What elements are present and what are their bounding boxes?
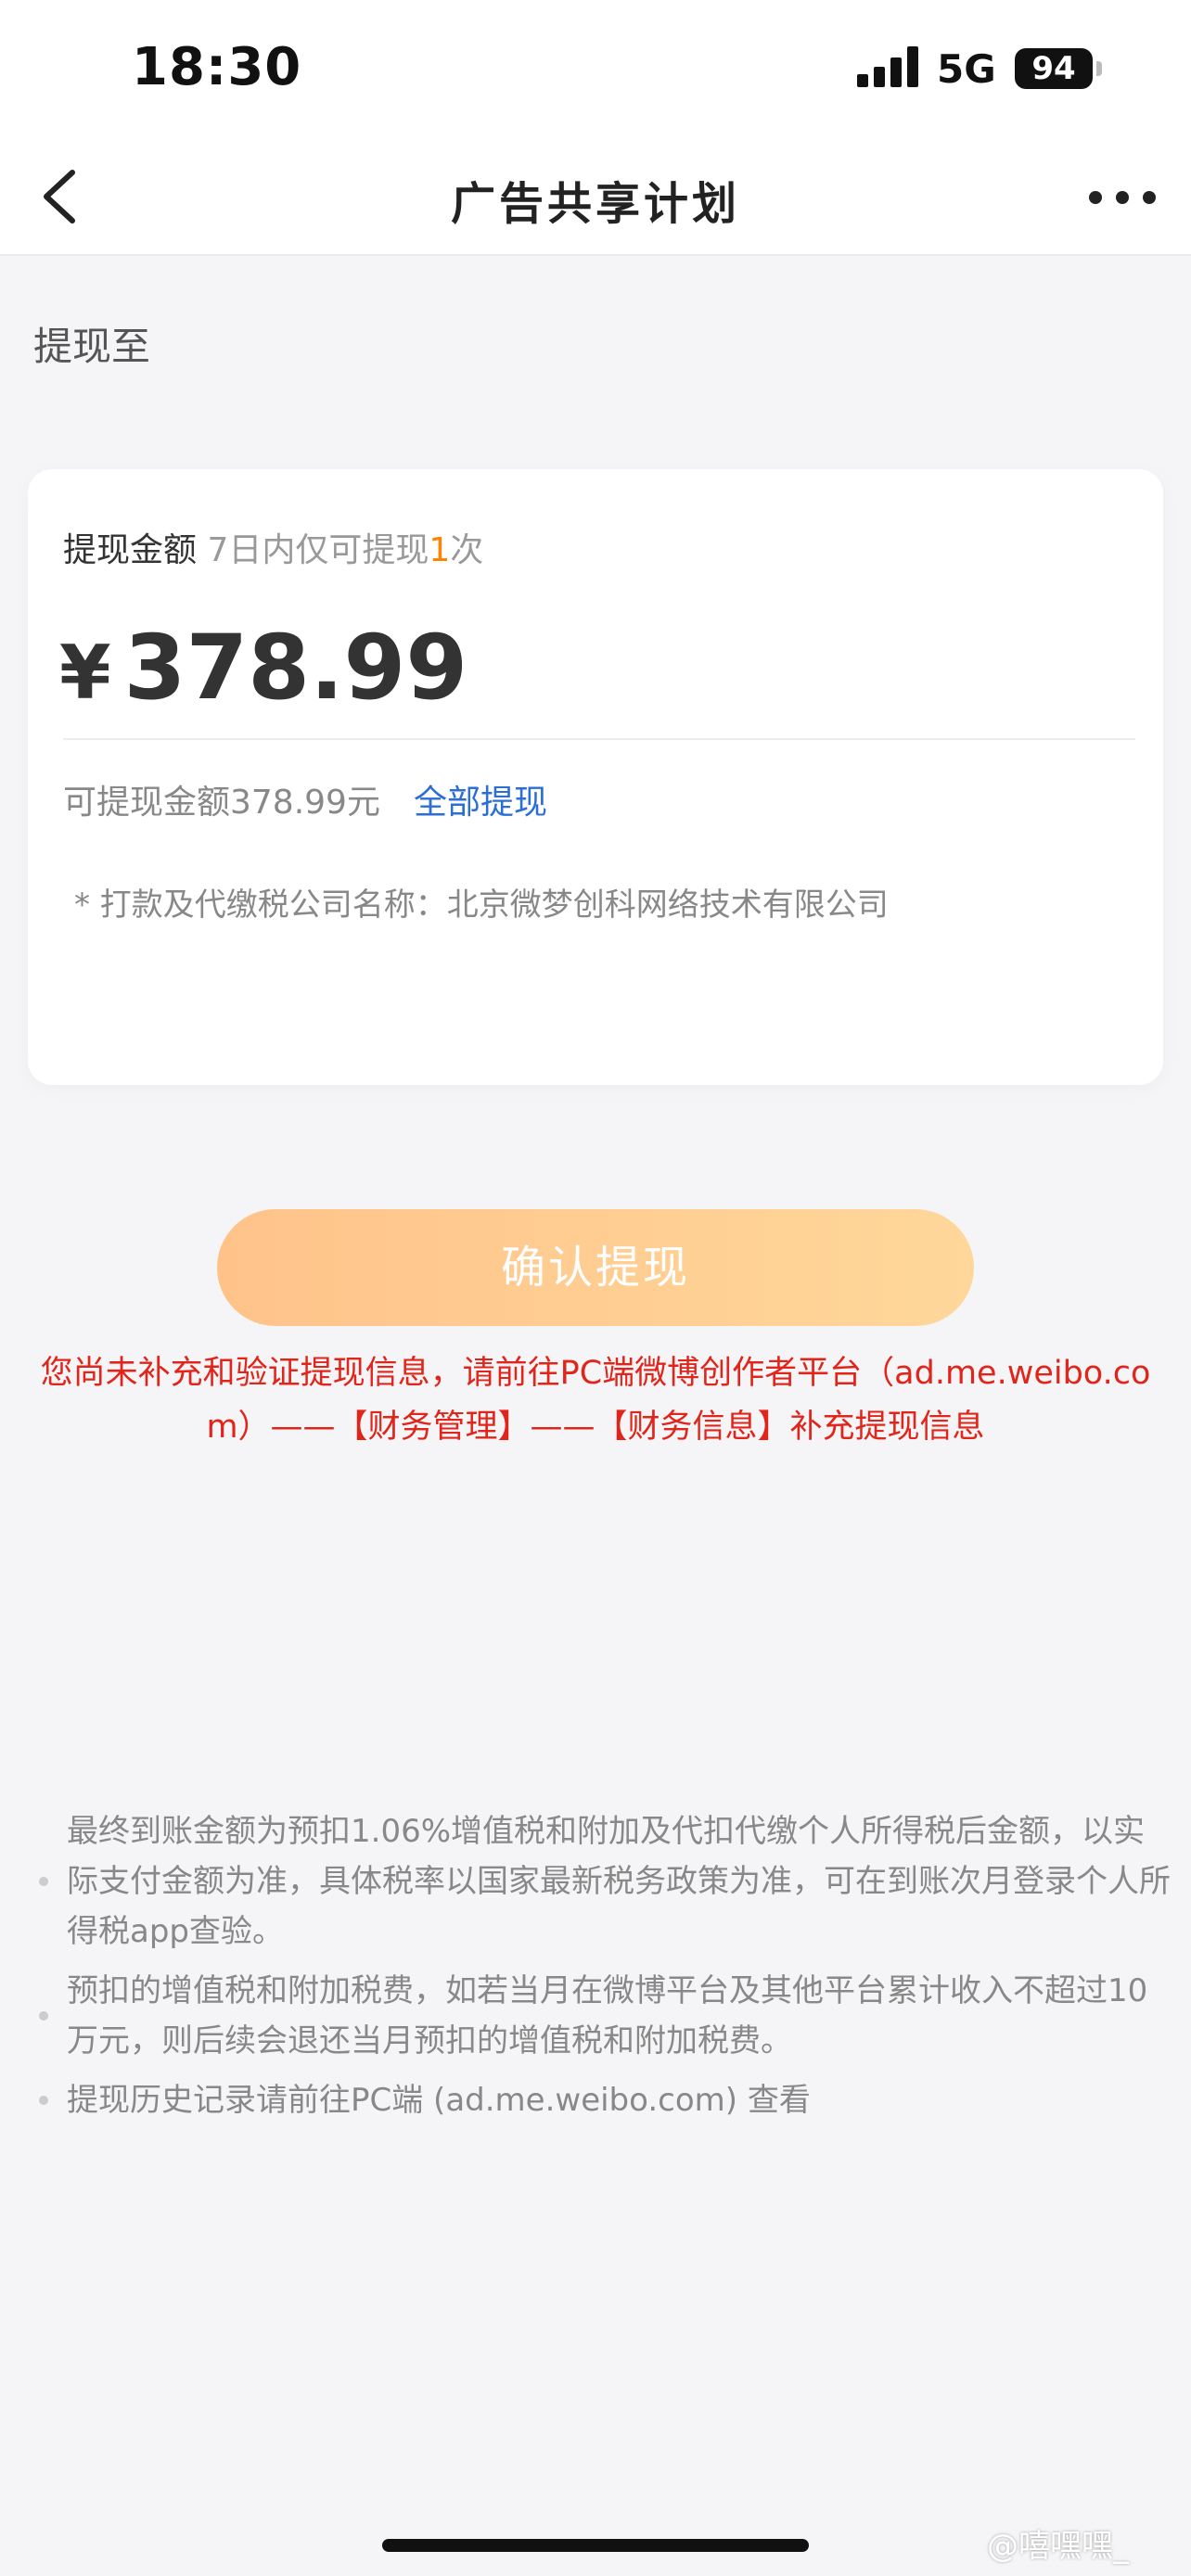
amount-input[interactable]: ¥378.99 — [59, 616, 468, 720]
amount-label: 提现金额 — [63, 531, 198, 569]
list-item: 预扣的增值税和附加税费，如若当月在微博平台及其他平台累计收入不超过10万元，则后… — [37, 1966, 1172, 2066]
amount-label-row: 提现金额 7日内仅可提现1次 — [63, 523, 483, 571]
signal-icon — [857, 46, 918, 87]
more-dots-icon[interactable] — [1085, 184, 1159, 211]
status-time: 18:30 — [132, 37, 302, 97]
note-text: 预扣的增值税和附加税费，如若当月在微博平台及其他平台累计收入不超过10万元，则后… — [67, 1972, 1148, 2060]
currency-symbol: ¥ — [59, 630, 111, 716]
watermark: @嘻嘿嘿_ — [987, 2528, 1129, 2565]
bullet-icon — [39, 2011, 48, 2021]
withdraw-card: 提现金额 7日内仅可提现1次 ¥378.99 可提现金额378.99元 全部提现… — [28, 469, 1163, 1085]
bullet-icon — [39, 2096, 48, 2105]
battery-tip — [1096, 61, 1102, 76]
network-label: 5G — [937, 46, 996, 92]
limit-count: 1 — [429, 531, 451, 569]
nav-bar: 广告共享计划 — [0, 139, 1191, 254]
battery-icon: 94 — [1015, 48, 1093, 89]
limit-prefix: 7日内仅可提现 — [207, 531, 429, 569]
list-item: 最终到账金额为预扣1.06%增值税和附加及代扣代缴个人所得税后金额，以实际支付金… — [37, 1806, 1172, 1957]
confirm-withdraw-button[interactable]: 确认提现 — [217, 1209, 974, 1326]
limit-suffix: 次 — [450, 531, 484, 569]
page-title: 广告共享计划 — [450, 178, 740, 230]
divider — [63, 738, 1135, 740]
withdraw-to-label: 提现至 — [33, 324, 151, 369]
note-text: 最终到账金额为预扣1.06%增值税和附加及代扣代缴个人所得税后金额，以实际支付金… — [67, 1813, 1171, 1950]
withdraw-all-link[interactable]: 全部提现 — [414, 775, 547, 823]
warning-message: 您尚未补充和验证提现信息，请前往PC端微博创作者平台（ad.me.weibo.c… — [40, 1355, 1151, 1446]
header: 18:30 5G 94 广告共享计划 — [0, 0, 1191, 256]
company-note: * 打款及代缴税公司名称：北京微梦创科网络技术有限公司 — [74, 886, 889, 924]
status-bar: 18:30 5G 94 — [0, 0, 1191, 139]
available-amount: 可提现金额378.99元 — [63, 784, 380, 822]
note-text: 提现历史记录请前往PC端 (ad.me.weibo.com) 查看 — [67, 2082, 811, 2119]
amount-value: 378.99 — [123, 616, 468, 720]
home-indicator[interactable] — [382, 2539, 809, 2552]
list-item: 提现历史记录请前往PC端 (ad.me.weibo.com) 查看 — [37, 2075, 1172, 2125]
notes-list: 最终到账金额为预扣1.06%增值税和附加及代扣代缴个人所得税后金额，以实际支付金… — [37, 1806, 1172, 2135]
bullet-icon — [39, 1877, 48, 1886]
